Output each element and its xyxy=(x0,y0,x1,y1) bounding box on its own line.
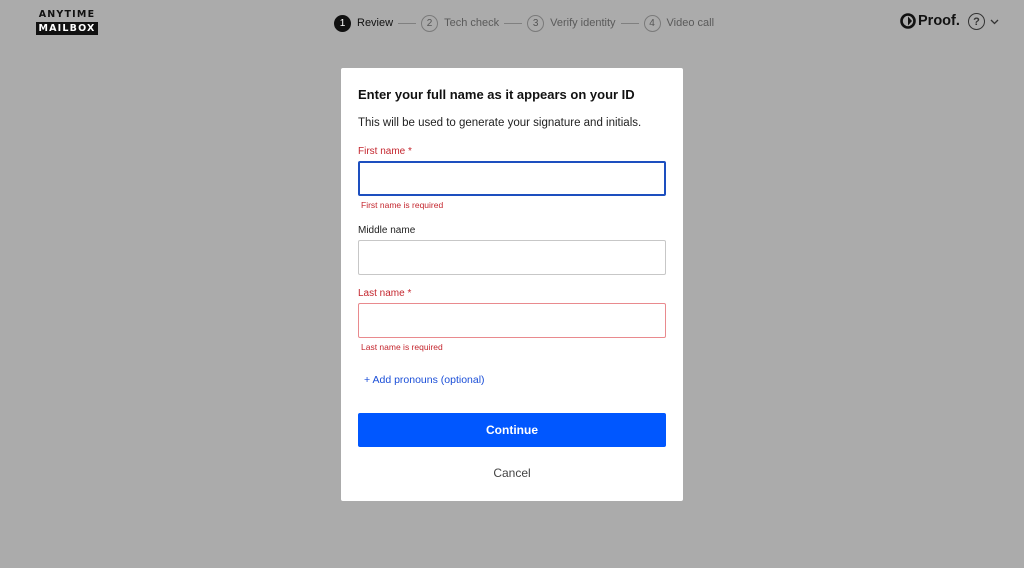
help-menu-button[interactable]: ? xyxy=(968,13,999,30)
dialog-title: Enter your full name as it appears on yo… xyxy=(358,87,635,102)
help-icon: ? xyxy=(968,13,985,30)
step-number: 1 xyxy=(334,14,351,32)
progress-stepper: 1 Review 2 Tech check 3 Verify identity … xyxy=(334,14,714,32)
first-name-input[interactable] xyxy=(358,161,666,196)
proof-logo: Proof. xyxy=(900,13,960,29)
chevron-down-icon xyxy=(990,19,999,24)
step-number: 3 xyxy=(527,14,545,32)
last-name-error: Last name is required xyxy=(361,342,443,352)
dialog-description: This will be used to generate your signa… xyxy=(358,117,642,129)
step-connector xyxy=(398,22,417,24)
logo-line-2: MAILBOX xyxy=(36,22,98,35)
step-verify-identity: 3 Verify identity xyxy=(527,14,616,32)
middle-name-input[interactable] xyxy=(358,240,666,275)
step-label: Review xyxy=(357,17,394,29)
anytime-mailbox-logo: ANYTIME MAILBOX xyxy=(36,9,98,35)
proof-brand-text: Proof. xyxy=(918,13,960,29)
proof-logo-icon xyxy=(900,13,916,29)
logo-line-1: ANYTIME xyxy=(38,9,96,20)
first-name-label: First name * xyxy=(358,146,412,157)
last-name-label: Last name * xyxy=(358,288,411,299)
cancel-button[interactable]: Cancel xyxy=(358,463,666,483)
step-label: Verify identity xyxy=(550,17,616,29)
required-mark: * xyxy=(408,146,412,157)
middle-name-label: Middle name xyxy=(358,225,415,236)
step-label: Video call xyxy=(666,17,715,29)
step-connector xyxy=(620,22,639,24)
last-name-input[interactable] xyxy=(358,303,666,338)
first-name-error: First name is required xyxy=(361,200,444,210)
first-name-label-text: First name xyxy=(358,146,406,157)
step-tech-check: 2 Tech check xyxy=(421,14,500,32)
required-mark: * xyxy=(407,288,412,299)
last-name-label-text: Last name xyxy=(358,288,405,299)
step-number: 4 xyxy=(643,14,661,32)
step-connector xyxy=(504,22,523,24)
step-video-call: 4 Video call xyxy=(643,14,715,32)
step-review: 1 Review xyxy=(334,14,394,32)
top-bar: ANYTIME MAILBOX 1 Review 2 Tech check 3 … xyxy=(0,0,1024,46)
step-number: 2 xyxy=(421,14,439,32)
continue-button[interactable]: Continue xyxy=(358,413,666,447)
middle-name-label-text: Middle name xyxy=(358,225,416,236)
step-label: Tech check xyxy=(444,17,500,29)
add-pronouns-link[interactable]: + Add pronouns (optional) xyxy=(364,374,485,386)
name-entry-dialog: Enter your full name as it appears on yo… xyxy=(341,68,683,501)
